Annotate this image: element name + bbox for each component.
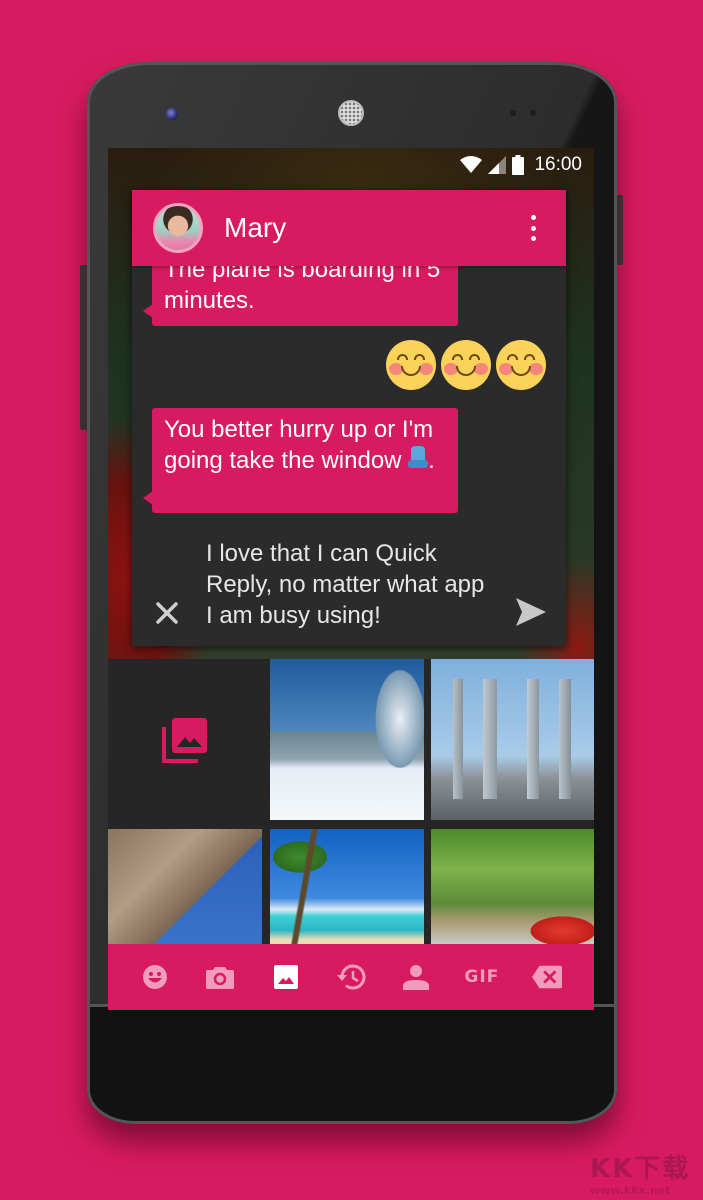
more-vertical-icon[interactable] — [526, 215, 540, 241]
photo-library-icon — [162, 717, 207, 763]
proximity-sensor — [510, 110, 516, 116]
power-button — [616, 195, 623, 265]
blush-emoji-icon — [441, 340, 491, 390]
battery-icon — [512, 155, 525, 175]
reply-input[interactable]: I love that I can Quick Reply, no matter… — [206, 538, 496, 631]
message-suffix: . — [428, 447, 435, 474]
watermark-logo: KK下载 — [590, 1154, 691, 1184]
backspace-icon — [532, 965, 563, 989]
status-time: 16:00 — [534, 154, 582, 175]
close-icon[interactable] — [154, 600, 180, 626]
toolbar-recent-button[interactable] — [336, 962, 366, 992]
wifi-icon — [460, 156, 483, 173]
cell-signal-icon — [488, 156, 507, 174]
toolbar-contact-button[interactable] — [401, 962, 431, 992]
open-gallery-button[interactable] — [108, 659, 262, 820]
phone-chin — [87, 1004, 617, 1124]
photo-thumbnail[interactable] — [108, 829, 262, 944]
front-camera — [166, 108, 178, 120]
status-bar: 16:00 — [108, 148, 594, 182]
camera-icon — [206, 967, 235, 989]
photo-thumbnail[interactable] — [431, 829, 594, 944]
earpiece-speaker — [338, 100, 364, 126]
emoji-icon — [142, 965, 167, 989]
seat-emoji-icon — [408, 446, 429, 472]
avatar[interactable] — [153, 203, 203, 253]
toolbar-camera-button[interactable] — [205, 962, 235, 992]
reply-composer: I love that I can Quick Reply, no matter… — [132, 530, 566, 646]
quick-reply-popup: Mary The plane is boarding in 5 minutes.… — [132, 190, 566, 646]
toolbar-gif-button[interactable]: GIF — [464, 962, 498, 992]
message-bubble-incoming: You better hurry up or I'm going take th… — [143, 408, 458, 513]
conversation-header: Mary — [132, 190, 566, 266]
toolbar-emoji-button[interactable] — [140, 962, 170, 992]
blush-emoji-icon — [496, 340, 546, 390]
attachment-toolbar: GIF — [108, 944, 594, 1010]
toolbar-gallery-button[interactable] — [271, 962, 301, 992]
phone-screen: 16:00 Mary The plane is boarding in 5 mi… — [108, 148, 594, 1010]
toolbar-backspace-button[interactable] — [532, 962, 563, 992]
photo-gallery — [108, 659, 594, 944]
light-sensor — [530, 110, 536, 116]
message-bubble-outgoing — [386, 340, 546, 390]
message-text: You better hurry up or I'm going take th… — [164, 416, 434, 474]
blush-emoji-icon — [386, 340, 436, 390]
person-icon — [403, 965, 430, 990]
history-icon — [336, 964, 366, 990]
image-icon — [273, 965, 298, 989]
photo-thumbnail[interactable] — [270, 659, 424, 820]
watermark-url: www.kkx.net — [590, 1184, 671, 1197]
contact-name: Mary — [224, 212, 287, 243]
photo-thumbnail[interactable] — [431, 659, 594, 820]
send-icon[interactable] — [516, 598, 546, 626]
photo-thumbnail[interactable] — [270, 829, 424, 944]
